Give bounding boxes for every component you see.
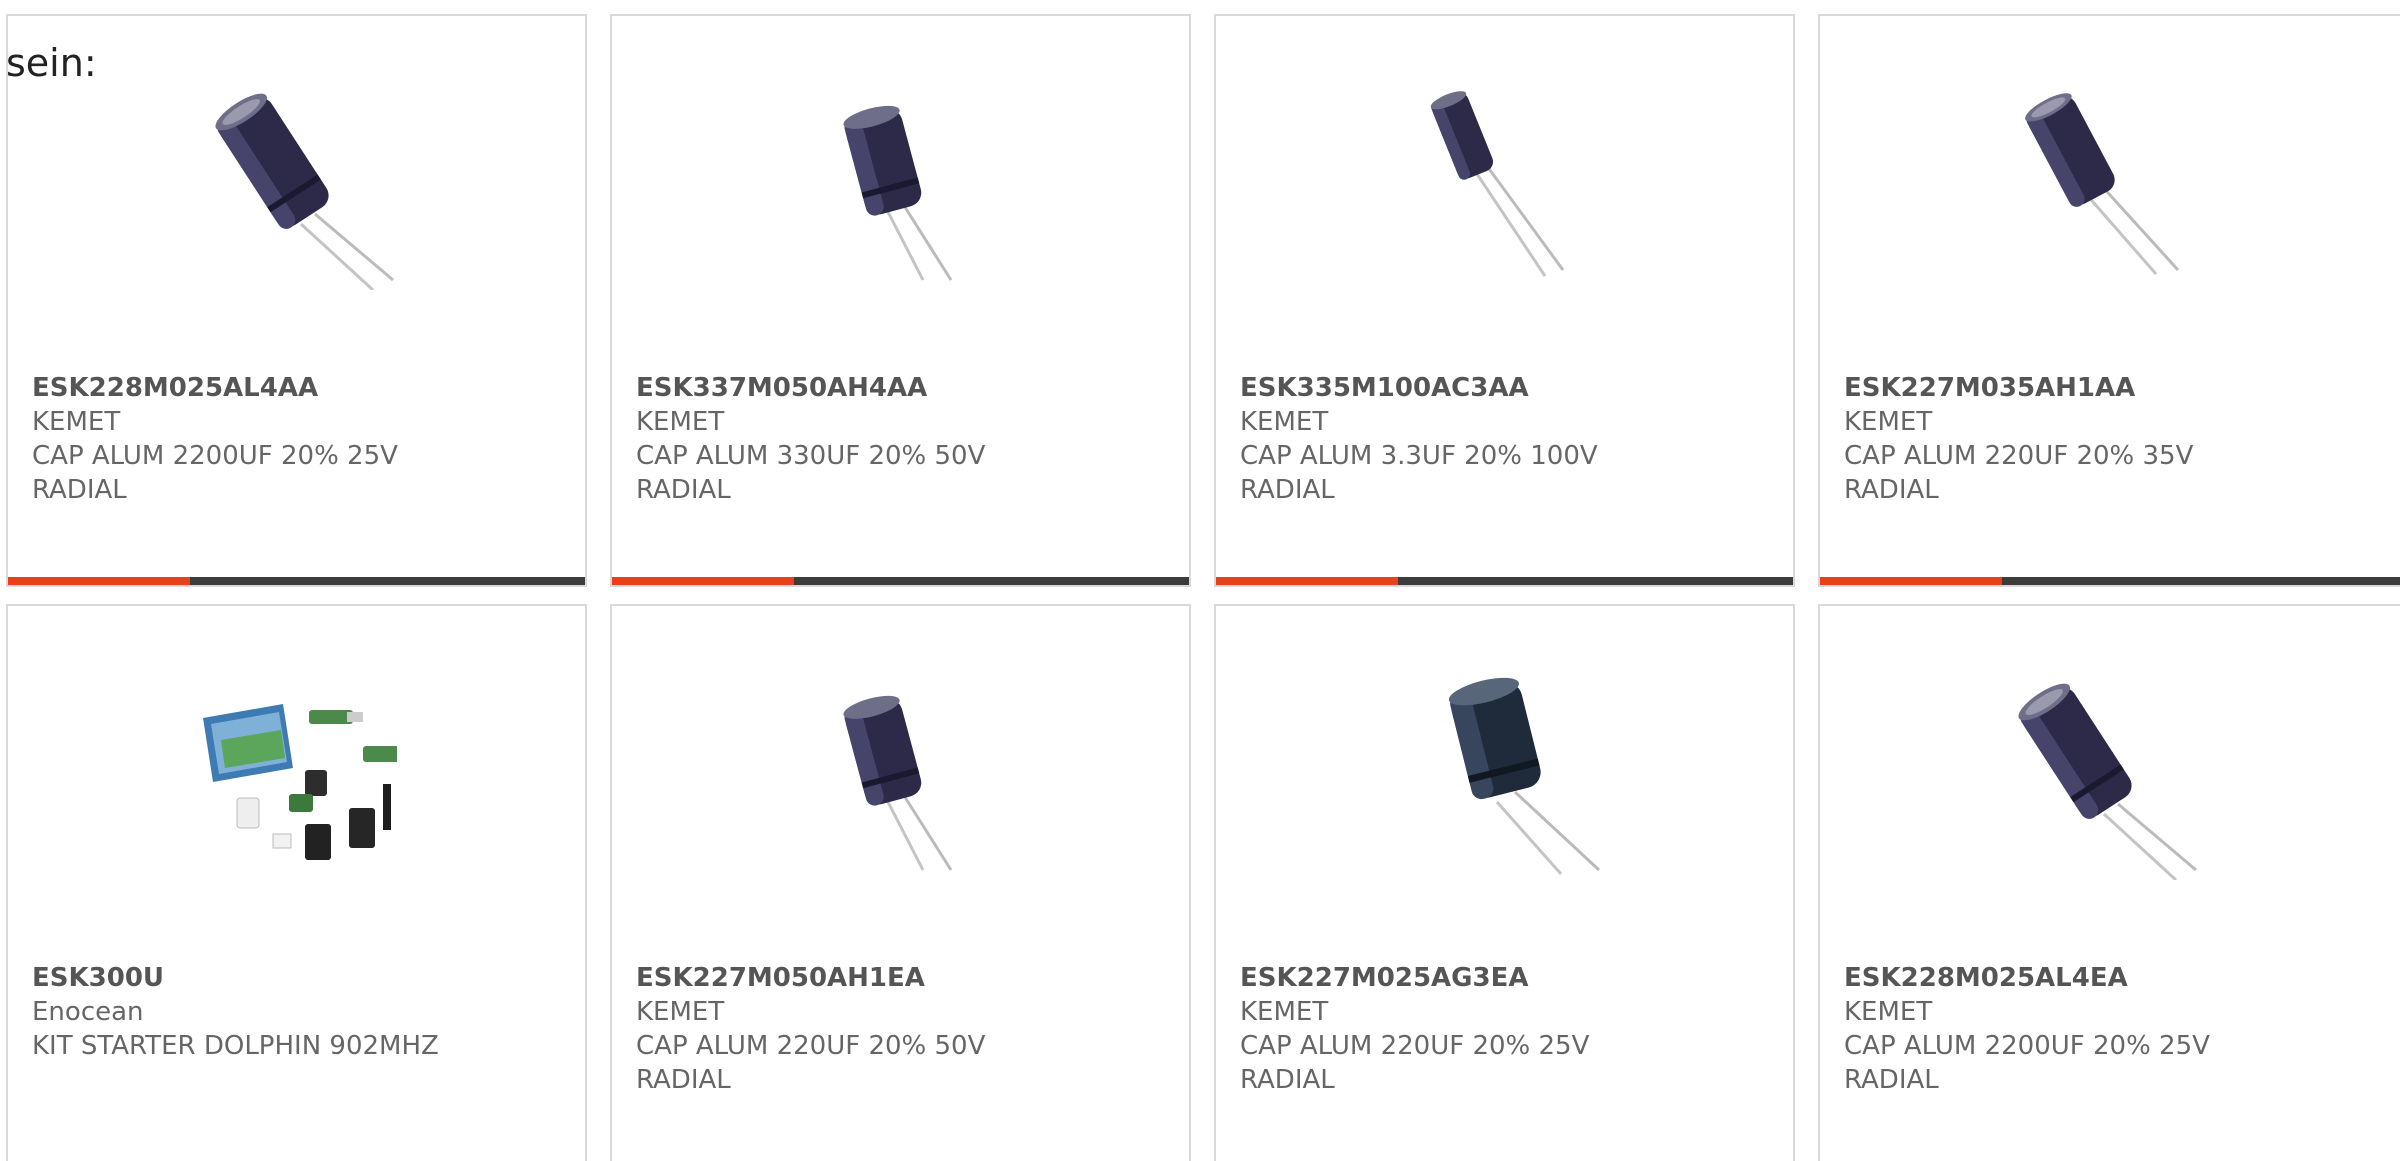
description: CAP ALUM 330UF 20% 50V bbox=[636, 441, 986, 471]
product-info: ESK227M025AG3EA KEMET CAP ALUM 220UF 20%… bbox=[1240, 961, 1781, 1097]
card-accent-bar bbox=[612, 577, 794, 585]
product-image[interactable] bbox=[612, 674, 1189, 880]
product-grid-page: sein: ESK228M025AL4AA KEMET CAP ALUM 220… bbox=[0, 0, 2400, 1161]
description-line-2: RADIAL bbox=[32, 475, 127, 505]
product-card[interactable]: ESK337M050AH4AA KEMET CAP ALUM 330UF 20%… bbox=[610, 14, 1191, 587]
product-card[interactable]: ESK227M025AG3EA KEMET CAP ALUM 220UF 20%… bbox=[1214, 604, 1795, 1161]
product-info: ESK228M025AL4AA KEMET CAP ALUM 2200UF 20… bbox=[32, 371, 573, 507]
description: KIT STARTER DOLPHIN 902MHZ bbox=[32, 1031, 439, 1061]
description-line-2: RADIAL bbox=[636, 1065, 731, 1095]
part-number[interactable]: ESK228M025AL4EA bbox=[1844, 961, 2400, 995]
card-footer-bar bbox=[1216, 577, 1793, 585]
product-card[interactable]: ESK227M050AH1EA KEMET CAP ALUM 220UF 20%… bbox=[610, 604, 1191, 1161]
product-image[interactable] bbox=[1820, 674, 2400, 880]
manufacturer: Enocean bbox=[32, 997, 144, 1027]
capacitor-icon bbox=[1430, 91, 1564, 277]
product-image[interactable] bbox=[612, 84, 1189, 290]
capacitor-icon bbox=[842, 105, 952, 281]
card-footer-bar bbox=[8, 577, 585, 585]
description: CAP ALUM 220UF 20% 25V bbox=[1240, 1031, 1590, 1061]
manufacturer: KEMET bbox=[1844, 407, 1933, 437]
part-number[interactable]: ESK300U bbox=[32, 961, 573, 995]
capacitor-icon bbox=[842, 695, 952, 871]
part-number[interactable]: ESK228M025AL4AA bbox=[32, 371, 573, 405]
manufacturer: KEMET bbox=[636, 997, 725, 1027]
card-accent-bar bbox=[1820, 577, 2002, 585]
intro-text: sein: bbox=[6, 41, 97, 85]
description: CAP ALUM 2200UF 20% 25V bbox=[1844, 1031, 2210, 1061]
product-info: ESK335M100AC3AA KEMET CAP ALUM 3.3UF 20%… bbox=[1240, 371, 1781, 507]
part-number[interactable]: ESK227M025AG3EA bbox=[1240, 961, 1781, 995]
description-line-2: RADIAL bbox=[1240, 1065, 1335, 1095]
starter-kit-icon bbox=[202, 704, 397, 860]
product-card[interactable]: ESK228M025AL4EA KEMET CAP ALUM 2200UF 20… bbox=[1818, 604, 2400, 1161]
product-info: ESK300U Enocean KIT STARTER DOLPHIN 902M… bbox=[32, 961, 573, 1063]
product-image[interactable] bbox=[1216, 674, 1793, 880]
description: CAP ALUM 3.3UF 20% 100V bbox=[1240, 441, 1598, 471]
card-accent-bar bbox=[8, 577, 190, 585]
product-image[interactable] bbox=[1216, 84, 1793, 290]
description: CAP ALUM 2200UF 20% 25V bbox=[32, 441, 398, 471]
product-image[interactable] bbox=[1820, 84, 2400, 290]
part-number[interactable]: ESK227M050AH1EA bbox=[636, 961, 1177, 995]
description: CAP ALUM 220UF 20% 35V bbox=[1844, 441, 2194, 471]
manufacturer: KEMET bbox=[636, 407, 725, 437]
part-number[interactable]: ESK337M050AH4AA bbox=[636, 371, 1177, 405]
capacitor-icon bbox=[214, 93, 394, 290]
card-accent-bar bbox=[1216, 577, 1398, 585]
product-info: ESK227M050AH1EA KEMET CAP ALUM 220UF 20%… bbox=[636, 961, 1177, 1097]
description: CAP ALUM 220UF 20% 50V bbox=[636, 1031, 986, 1061]
capacitor-icon bbox=[2018, 683, 2197, 880]
product-info: ESK227M035AH1AA KEMET CAP ALUM 220UF 20%… bbox=[1844, 371, 2400, 507]
description-line-2: RADIAL bbox=[1844, 475, 1939, 505]
description-line-2: RADIAL bbox=[636, 475, 731, 505]
product-card[interactable]: ESK300U Enocean KIT STARTER DOLPHIN 902M… bbox=[6, 604, 587, 1161]
manufacturer: KEMET bbox=[1240, 997, 1329, 1027]
description-line-2: RADIAL bbox=[1240, 475, 1335, 505]
capacitor-icon bbox=[2025, 93, 2180, 275]
part-number[interactable]: ESK227M035AH1AA bbox=[1844, 371, 2400, 405]
manufacturer: KEMET bbox=[1240, 407, 1329, 437]
product-image[interactable] bbox=[8, 84, 585, 290]
part-number[interactable]: ESK335M100AC3AA bbox=[1240, 371, 1781, 405]
manufacturer: KEMET bbox=[1844, 997, 1933, 1027]
product-info: ESK337M050AH4AA KEMET CAP ALUM 330UF 20%… bbox=[636, 371, 1177, 507]
product-image[interactable] bbox=[8, 674, 585, 880]
manufacturer: KEMET bbox=[32, 407, 121, 437]
product-card[interactable]: ESK227M035AH1AA KEMET CAP ALUM 220UF 20%… bbox=[1818, 14, 2400, 587]
card-footer-bar bbox=[1820, 577, 2400, 585]
product-card[interactable]: ESK228M025AL4AA KEMET CAP ALUM 2200UF 20… bbox=[6, 14, 587, 587]
card-footer-bar bbox=[612, 577, 1189, 585]
product-info: ESK228M025AL4EA KEMET CAP ALUM 2200UF 20… bbox=[1844, 961, 2400, 1097]
capacitor-icon bbox=[1448, 677, 1600, 875]
description-line-2: RADIAL bbox=[1844, 1065, 1939, 1095]
product-card[interactable]: ESK335M100AC3AA KEMET CAP ALUM 3.3UF 20%… bbox=[1214, 14, 1795, 587]
